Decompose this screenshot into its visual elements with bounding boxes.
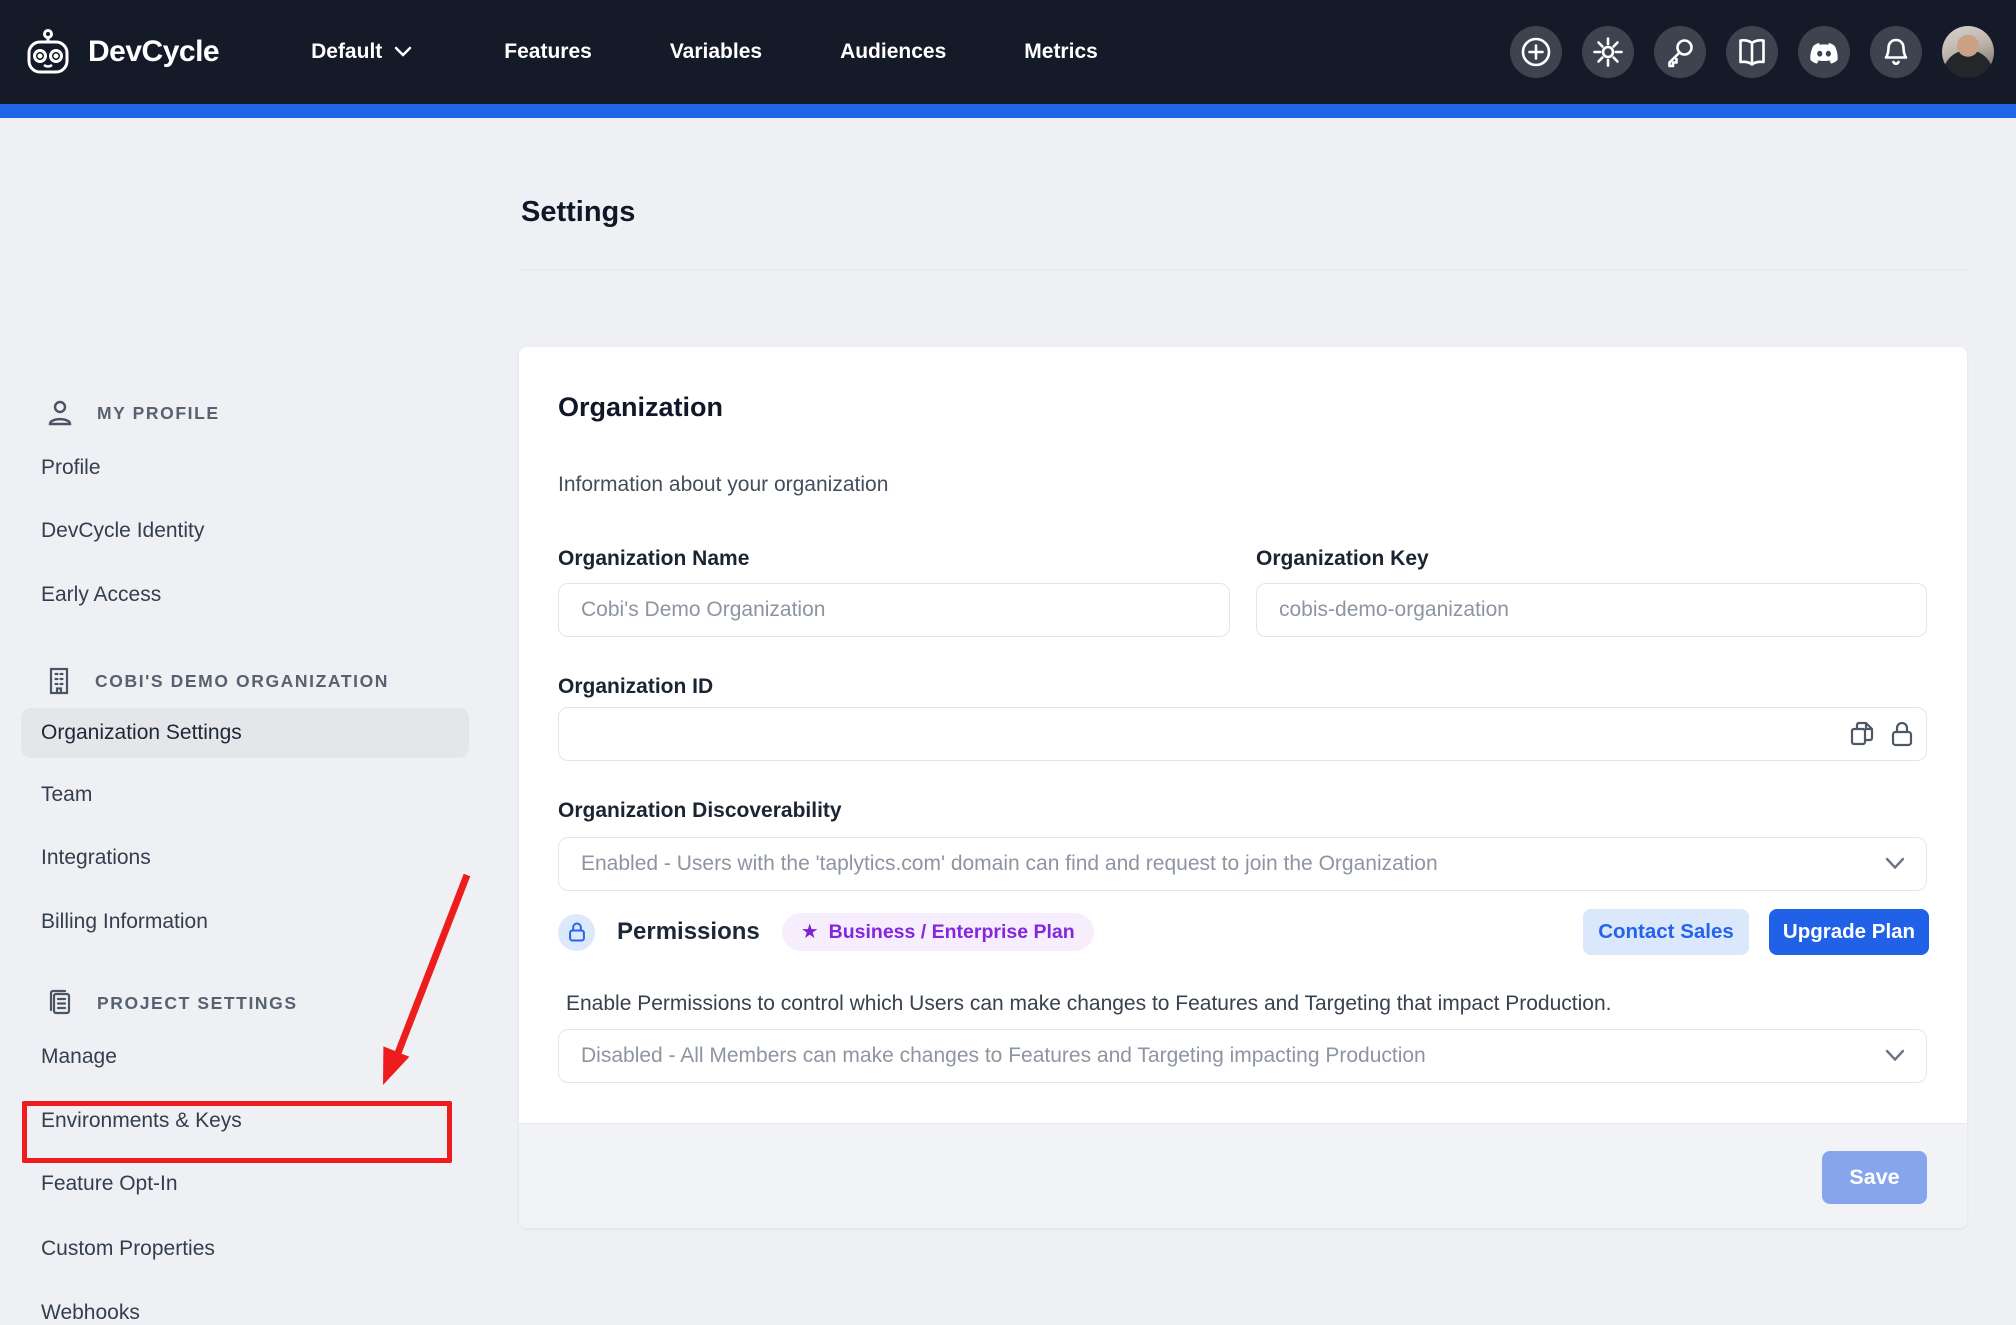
plan-badge-label: Business / Enterprise Plan bbox=[829, 921, 1075, 944]
chevron-down-icon bbox=[1885, 1049, 1905, 1062]
org-name-label: Organization Name bbox=[558, 547, 749, 571]
sidebar-heading-my-profile: MY PROFILE bbox=[45, 398, 220, 428]
title-divider bbox=[519, 269, 1967, 270]
settings-button[interactable] bbox=[1582, 26, 1634, 78]
organization-card-subtitle: Information about your organization bbox=[558, 473, 888, 497]
devcycle-logo[interactable]: DevCycle bbox=[22, 26, 219, 78]
clipboard-icon bbox=[45, 988, 75, 1018]
org-id-actions bbox=[1849, 707, 1915, 761]
nav-link-audiences[interactable]: Audiences bbox=[840, 40, 946, 64]
sidebar-item-devcycle-identity[interactable]: DevCycle Identity bbox=[41, 519, 204, 543]
discord-button[interactable] bbox=[1798, 26, 1850, 78]
sidebar-item-profile[interactable]: Profile bbox=[41, 456, 101, 480]
api-keys-button[interactable] bbox=[1654, 26, 1706, 78]
nav-utility-icons bbox=[1510, 0, 1994, 104]
org-discoverability-label: Organization Discoverability bbox=[558, 799, 842, 823]
accent-bar bbox=[0, 104, 2016, 118]
lock-icon[interactable] bbox=[1889, 720, 1915, 748]
sidebar-item-custom-properties[interactable]: Custom Properties bbox=[41, 1237, 215, 1261]
bell-icon bbox=[1879, 35, 1913, 69]
project-selector-label: Default bbox=[311, 40, 382, 64]
org-id-input[interactable] bbox=[558, 707, 1927, 761]
plan-badge[interactable]: ★ Business / Enterprise Plan bbox=[782, 913, 1094, 951]
card-footer: Save bbox=[519, 1123, 1967, 1228]
sidebar-item-early-access[interactable]: Early Access bbox=[41, 583, 161, 607]
organization-card: Organization Information about your orga… bbox=[519, 347, 1967, 1228]
org-discoverability-select[interactable]: Enabled - Users with the 'taplytics.com'… bbox=[558, 837, 1927, 891]
sidebar-item-environments-keys[interactable]: Environments & Keys bbox=[41, 1109, 242, 1133]
project-selector[interactable]: Default bbox=[311, 40, 412, 64]
building-icon bbox=[45, 666, 73, 696]
nav-links: Features Variables Audiences Metrics bbox=[504, 40, 1098, 64]
nav-link-variables[interactable]: Variables bbox=[670, 40, 762, 64]
permissions-select[interactable]: Disabled - All Members can make changes … bbox=[558, 1029, 1927, 1083]
book-icon bbox=[1735, 35, 1769, 69]
org-key-input[interactable]: cobis-demo-organization bbox=[1256, 583, 1927, 637]
nav-link-metrics[interactable]: Metrics bbox=[1024, 40, 1098, 64]
chevron-down-icon bbox=[1885, 857, 1905, 870]
notifications-button[interactable] bbox=[1870, 26, 1922, 78]
permissions-header: Permissions ★ Business / Enterprise Plan bbox=[558, 913, 1094, 951]
sidebar-item-feature-opt-in[interactable]: Feature Opt-In bbox=[41, 1172, 178, 1196]
org-key-label: Organization Key bbox=[1256, 547, 1429, 571]
create-button[interactable] bbox=[1510, 26, 1562, 78]
copy-icon[interactable] bbox=[1849, 720, 1875, 748]
sidebar-item-webhooks[interactable]: Webhooks bbox=[41, 1301, 140, 1325]
star-icon: ★ bbox=[801, 922, 819, 942]
permissions-buttons: Contact Sales Upgrade Plan bbox=[1583, 909, 1929, 955]
person-icon bbox=[45, 398, 75, 428]
sidebar-heading-organization: COBI'S DEMO ORGANIZATION bbox=[45, 666, 389, 696]
permissions-description: Enable Permissions to control which User… bbox=[566, 992, 1612, 1016]
contact-sales-button[interactable]: Contact Sales bbox=[1583, 909, 1749, 955]
top-navigation: DevCycle Default Features Variables Audi… bbox=[0, 0, 2016, 104]
permissions-lock-badge bbox=[558, 914, 595, 951]
discord-icon bbox=[1806, 34, 1842, 70]
gear-icon bbox=[1591, 35, 1625, 69]
page-title: Settings bbox=[521, 196, 635, 229]
docs-button[interactable] bbox=[1726, 26, 1778, 78]
sidebar-heading-project-settings: PROJECT SETTINGS bbox=[45, 988, 298, 1018]
sidebar-item-organization-settings[interactable]: Organization Settings bbox=[21, 708, 469, 758]
org-name-input[interactable]: Cobi's Demo Organization bbox=[558, 583, 1230, 637]
avatar[interactable] bbox=[1942, 26, 1994, 78]
sidebar-item-billing-information[interactable]: Billing Information bbox=[41, 910, 208, 934]
key-icon bbox=[1663, 35, 1697, 69]
brand-name: DevCycle bbox=[88, 35, 219, 69]
sidebar-item-team[interactable]: Team bbox=[41, 783, 92, 807]
settings-sidebar: MY PROFILE Profile DevCycle Identity Ear… bbox=[0, 118, 480, 1280]
org-id-label: Organization ID bbox=[558, 675, 713, 699]
organization-card-title: Organization bbox=[558, 392, 723, 423]
chevron-down-icon bbox=[394, 46, 412, 58]
sidebar-item-manage[interactable]: Manage bbox=[41, 1045, 117, 1069]
lock-icon bbox=[567, 921, 587, 943]
sidebar-item-integrations[interactable]: Integrations bbox=[41, 846, 151, 870]
nav-link-features[interactable]: Features bbox=[504, 40, 592, 64]
robot-logo-icon bbox=[22, 26, 74, 78]
upgrade-plan-button[interactable]: Upgrade Plan bbox=[1769, 909, 1929, 955]
permissions-title: Permissions bbox=[617, 918, 760, 946]
plus-circle-icon bbox=[1519, 35, 1553, 69]
save-button[interactable]: Save bbox=[1822, 1151, 1927, 1204]
